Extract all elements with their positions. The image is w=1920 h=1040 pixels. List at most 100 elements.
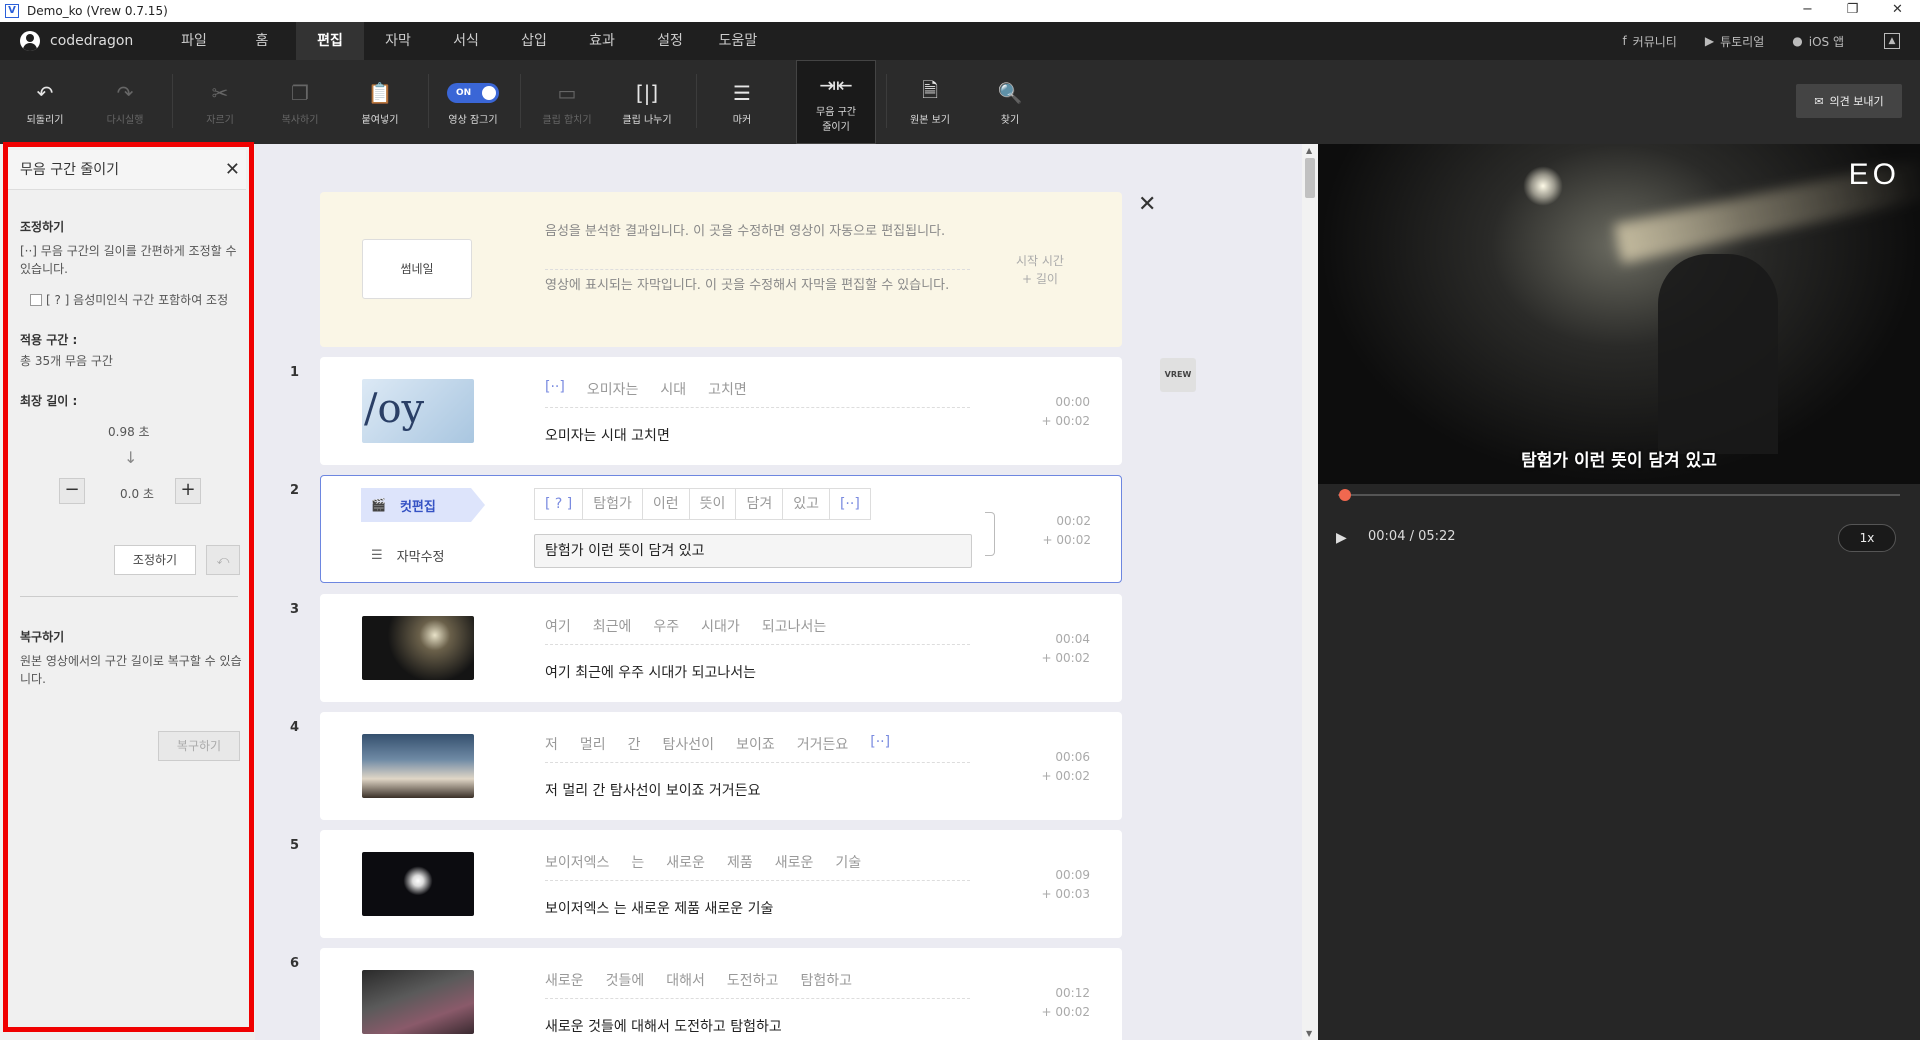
word-token[interactable]: 거거든요 bbox=[797, 734, 849, 754]
close-legend-icon[interactable]: ✕ bbox=[1138, 192, 1156, 217]
menu-insert[interactable]: 삽입 bbox=[500, 22, 568, 60]
menu-settings[interactable]: 설정 bbox=[636, 22, 704, 60]
include-unrecognized-checkbox[interactable]: [ ? ] 음성미인식 구간 포함하여 조정 bbox=[30, 291, 228, 308]
subtitle-text[interactable]: 저 멀리 간 탐사선이 보이죠 거거든요 bbox=[545, 780, 760, 800]
undo-adjust-icon[interactable]: ⤺ bbox=[206, 545, 240, 575]
word-chip[interactable]: 뜻이 bbox=[688, 488, 736, 520]
word-token[interactable]: 고치면 bbox=[708, 379, 747, 399]
cut-edit-button[interactable]: 🎬 컷편집 bbox=[361, 488, 485, 522]
menu-home[interactable]: 홈 bbox=[228, 22, 296, 60]
word-token[interactable]: 탐험하고 bbox=[800, 970, 852, 990]
word-token[interactable]: 되고나서는 bbox=[762, 616, 826, 636]
paste-button[interactable]: 📋 붙여넣기 bbox=[345, 60, 415, 144]
word-token[interactable]: 제품 bbox=[727, 852, 753, 872]
clip-row[interactable]: 저 멀리 간 탐사선이 보이죠 거거든요 [··] 저 멀리 간 탐사선이 보이… bbox=[320, 712, 1122, 820]
playback-speed-button[interactable]: 1x bbox=[1838, 524, 1896, 552]
word-token[interactable]: 는 bbox=[631, 852, 644, 872]
subtitle-text[interactable]: 여기 최근에 우주 시대가 되고나서는 bbox=[545, 662, 756, 682]
word-token[interactable]: 새로운 bbox=[775, 852, 814, 872]
close-window-button[interactable]: ✕ bbox=[1875, 0, 1920, 22]
source-view-button[interactable]: 🗎 원본 보기 bbox=[895, 60, 965, 144]
word-token[interactable]: 기술 bbox=[835, 852, 861, 872]
merge-clip-button[interactable]: ▭ 클립 합치기 bbox=[532, 60, 602, 144]
scroll-up-icon[interactable]: ▲ bbox=[1306, 146, 1312, 155]
minimize-button[interactable]: − bbox=[1785, 0, 1830, 22]
apply-value: 총 35개 무음 구간 bbox=[20, 354, 113, 368]
lock-video-toggle[interactable]: ON 영상 잠그기 bbox=[438, 60, 508, 144]
subtitle-text[interactable]: 보이저엑스 는 새로운 제품 새로운 기술 bbox=[545, 898, 773, 918]
video-preview[interactable]: EO 탐험가 이런 뜻이 담겨 있고 bbox=[1318, 144, 1920, 484]
seek-bar[interactable] bbox=[1338, 489, 1900, 501]
menu-edit[interactable]: 편집 bbox=[296, 22, 364, 60]
word-token[interactable]: 오미자는 bbox=[587, 379, 639, 399]
word-token[interactable]: 새로운 bbox=[666, 852, 705, 872]
clip-row-selected[interactable]: 🎬 컷편집 ☰ 자막수정 [ ? ] 탐험가 이런 뜻이 담겨 있고 [··] 탐험… bbox=[320, 475, 1122, 583]
split-clip-button[interactable]: [|] 클립 나누기 bbox=[612, 60, 682, 144]
menu-file[interactable]: 파일 bbox=[160, 22, 228, 60]
toolbar-divider bbox=[172, 74, 173, 128]
silence-token[interactable]: [··] bbox=[870, 734, 890, 754]
adjust-button[interactable]: 조정하기 bbox=[114, 545, 196, 575]
subtitle-text[interactable]: 새로운 것들에 대해서 도전하고 탐험하고 bbox=[545, 1016, 782, 1036]
menu-format[interactable]: 서식 bbox=[432, 22, 500, 60]
collapse-toolbar-icon[interactable]: ▲ bbox=[1884, 33, 1900, 49]
scroll-down-icon[interactable]: ▼ bbox=[1306, 1029, 1312, 1038]
marker-button[interactable]: ☰ 마커 bbox=[707, 60, 777, 144]
play-icon[interactable]: ▶ bbox=[1336, 530, 1347, 546]
word-token[interactable]: 최근에 bbox=[593, 616, 632, 636]
silence-token[interactable]: [··] bbox=[545, 379, 565, 399]
word-token[interactable]: 간 bbox=[628, 734, 641, 754]
clip-row[interactable]: 새로운 것들에 대해서 도전하고 탐험하고 새로운 것들에 대해서 도전하고 탐… bbox=[320, 948, 1122, 1040]
shrink-silence-button[interactable]: ⇥⇤ 무음 구간 줄이기 bbox=[796, 60, 876, 144]
subtitle-input[interactable]: 탐험가 이런 뜻이 담겨 있고 bbox=[534, 534, 972, 568]
restore-button[interactable]: 복구하기 bbox=[158, 731, 240, 761]
word-token[interactable]: 대해서 bbox=[666, 970, 705, 990]
scrollbar-thumb[interactable] bbox=[1305, 158, 1315, 198]
redo-button[interactable]: ↷ 다시실행 bbox=[90, 60, 160, 144]
community-link[interactable]: f 커뮤니티 bbox=[1622, 33, 1676, 50]
word-chip[interactable]: 이런 bbox=[641, 488, 689, 520]
word-token[interactable]: 도전하고 bbox=[727, 970, 779, 990]
restore-button[interactable]: ❐ bbox=[1830, 0, 1875, 22]
word-chip[interactable]: 있고 bbox=[782, 488, 829, 520]
find-button[interactable]: 🔍 찾기 bbox=[975, 60, 1045, 144]
word-chip[interactable]: 탐험가 bbox=[582, 488, 642, 520]
word-token[interactable]: 것들에 bbox=[606, 970, 645, 990]
word-token[interactable]: 멀리 bbox=[580, 734, 606, 754]
silence-token[interactable]: [··] bbox=[828, 488, 871, 520]
clip-row[interactable]: /oy [··] 오미자는 시대 고치면 오미자는 시대 고치면 00:00 + … bbox=[320, 357, 1122, 465]
undo-button[interactable]: ↶ 되돌리기 bbox=[10, 60, 80, 144]
unrecognized-token[interactable]: [ ? ] bbox=[534, 488, 583, 520]
close-panel-icon[interactable]: ✕ bbox=[225, 150, 240, 190]
word-token[interactable]: 새로운 bbox=[545, 970, 584, 990]
copy-button[interactable]: ❐ 복사하기 bbox=[265, 60, 335, 144]
seek-handle[interactable] bbox=[1339, 489, 1352, 501]
cut-button[interactable]: ✂ 자르기 bbox=[185, 60, 255, 144]
clip-row[interactable]: 보이저엑스 는 새로운 제품 새로운 기술 보이저엑스 는 새로운 제품 새로운… bbox=[320, 830, 1122, 938]
word-token[interactable]: 여기 bbox=[545, 616, 571, 636]
checkbox-box[interactable] bbox=[30, 293, 42, 306]
vrew-badge-icon[interactable]: VREW bbox=[1160, 358, 1196, 392]
ios-app-link[interactable]: ● iOS 앱 bbox=[1792, 33, 1844, 50]
word-token[interactable]: 보이저엑스 bbox=[545, 852, 609, 872]
increase-button[interactable]: + bbox=[175, 478, 201, 504]
word-token[interactable]: 보이죠 bbox=[736, 734, 775, 754]
subtitle-text[interactable]: 오미자는 시대 고치면 bbox=[545, 425, 670, 445]
transcript-scrollbar[interactable]: ▲ ▼ bbox=[1302, 144, 1318, 1040]
decrease-button[interactable]: − bbox=[59, 478, 85, 504]
tutorial-link[interactable]: ▶ 튜토리얼 bbox=[1705, 33, 1764, 50]
user-account[interactable]: codedragon bbox=[20, 31, 160, 51]
toggle-switch[interactable]: ON bbox=[447, 82, 499, 103]
send-feedback-button[interactable]: ✉ 의견 보내기 bbox=[1796, 84, 1902, 118]
menu-effect[interactable]: 효과 bbox=[568, 22, 636, 60]
word-token[interactable]: 시대가 bbox=[701, 616, 740, 636]
word-token[interactable]: 저 bbox=[545, 734, 558, 754]
clip-row[interactable]: 여기 최근에 우주 시대가 되고나서는 여기 최근에 우주 시대가 되고나서는 … bbox=[320, 594, 1122, 702]
word-token[interactable]: 우주 bbox=[653, 616, 679, 636]
word-token[interactable]: 시대 bbox=[660, 379, 686, 399]
word-chip[interactable]: 담겨 bbox=[735, 488, 783, 520]
subtitle-edit-button[interactable]: ☰ 자막수정 bbox=[371, 546, 445, 565]
menu-help[interactable]: 도움말 bbox=[704, 22, 772, 60]
word-token[interactable]: 탐사선이 bbox=[663, 734, 715, 754]
menu-subtitle[interactable]: 자막 bbox=[364, 22, 432, 60]
